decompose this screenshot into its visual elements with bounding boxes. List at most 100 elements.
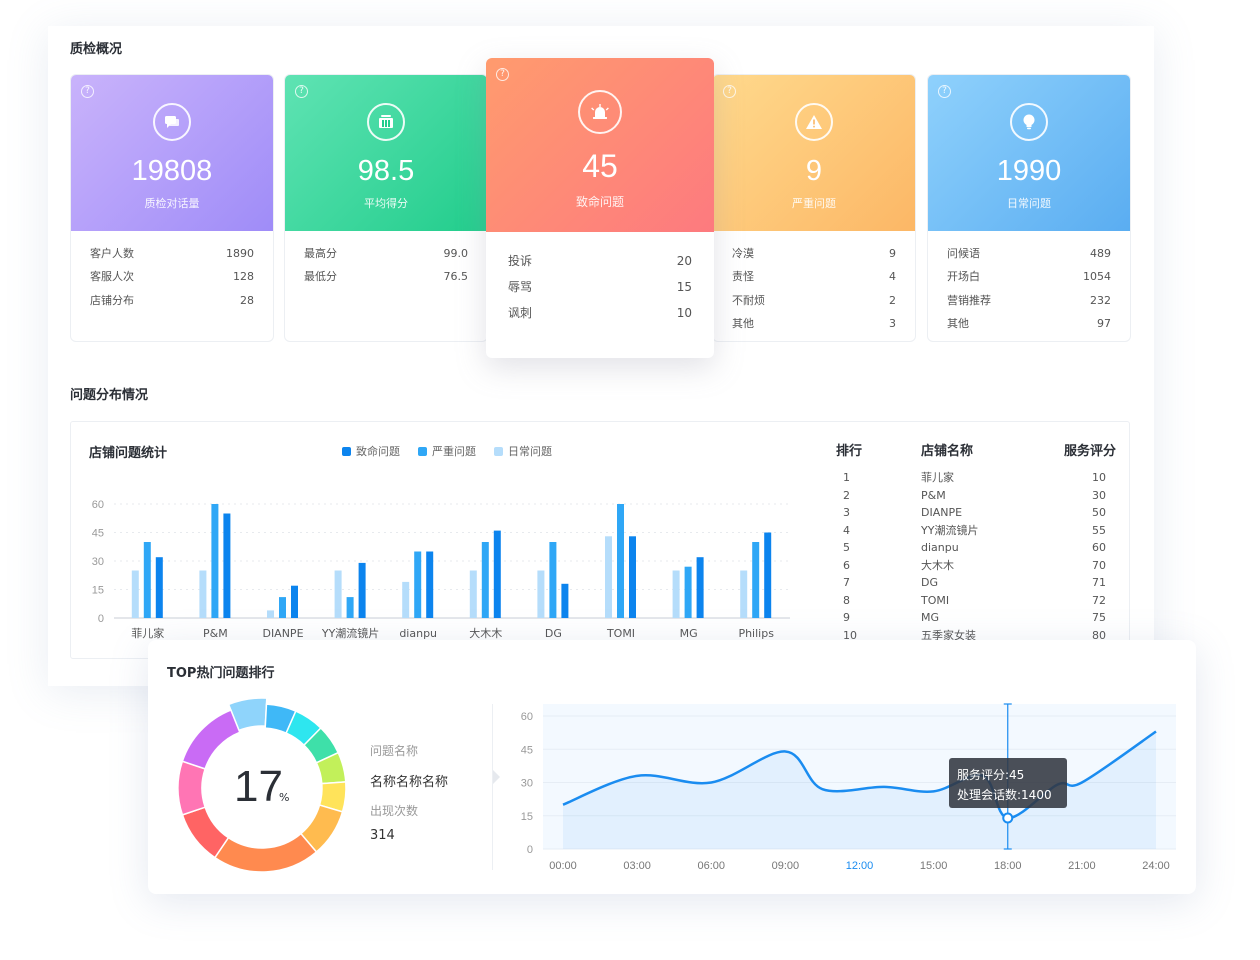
bar[interactable] <box>561 583 569 618</box>
bar[interactable] <box>617 504 624 618</box>
bar[interactable] <box>764 532 772 619</box>
card-average-score[interactable]: ? 98.5 平均得分 最高分 99.0 最低分 76.5 <box>284 74 488 342</box>
y-tick-label: 0 <box>98 613 104 625</box>
service-ranking-table: 排行 店铺名称 服务评分 1 菲儿家 10 2 P&M 30 3 DIANPE 50 4 YY潮流镜… <box>836 440 1116 644</box>
bar[interactable] <box>549 542 557 618</box>
bar[interactable] <box>267 610 274 618</box>
x-tick-label: 大木木 <box>469 626 502 640</box>
x-tick-label: 09:00 <box>772 860 800 872</box>
bar[interactable] <box>414 551 422 619</box>
bar[interactable] <box>334 570 342 619</box>
hover-point[interactable] <box>1002 812 1014 824</box>
bar[interactable] <box>469 570 477 619</box>
bar[interactable] <box>696 557 704 618</box>
bar[interactable] <box>672 570 680 619</box>
y-tick-label: 15 <box>521 811 533 823</box>
card-value: 9 <box>805 155 823 187</box>
x-tick-label: YY潮流镜片 <box>321 626 379 640</box>
detail-value: 232 <box>1090 293 1111 307</box>
bar[interactable] <box>131 570 139 619</box>
card-label: 致命问题 <box>575 195 624 209</box>
card-detail-list: 问候语 489 开场白 1054 营销推荐 232 其他 97 <box>928 231 1130 335</box>
bar[interactable] <box>223 513 231 619</box>
detail-key: 店铺分布 <box>90 293 134 307</box>
help-icon[interactable]: ? <box>81 85 94 98</box>
detail-key: 其他 <box>732 316 754 330</box>
detail-value: 1054 <box>1083 270 1111 284</box>
card-value: 98.5 <box>357 155 415 187</box>
bar[interactable] <box>493 530 501 618</box>
bar[interactable] <box>402 581 410 618</box>
card-label: 质检对话量 <box>144 197 200 210</box>
y-tick-label: 60 <box>92 499 104 511</box>
bar[interactable] <box>426 551 434 619</box>
detail-value: 128 <box>233 270 254 284</box>
bar[interactable] <box>358 562 366 618</box>
card-detail-list: 冷漠 9 责怪 4 不耐烦 2 其他 3 <box>713 231 915 335</box>
detail-key: 其他 <box>947 316 969 330</box>
bar[interactable] <box>481 542 489 618</box>
bar[interactable] <box>155 557 163 618</box>
help-icon[interactable]: ? <box>938 85 951 98</box>
legend-item-severe[interactable]: 严重问题 <box>418 443 476 459</box>
bar[interactable] <box>279 597 286 618</box>
score-cell: 55 <box>1092 523 1106 537</box>
bar[interactable] <box>537 570 545 619</box>
store-name-cell: MG <box>921 611 940 624</box>
help-icon[interactable]: ? <box>496 68 509 81</box>
help-icon[interactable]: ? <box>295 85 308 98</box>
detail-row: 责怪 4 <box>732 265 896 288</box>
bar[interactable] <box>143 542 151 618</box>
issue-name-label: 问题名称 <box>370 744 419 758</box>
bar[interactable] <box>605 536 612 618</box>
detail-row: 讽刺 10 <box>508 300 692 326</box>
detail-value: 2 <box>889 293 896 307</box>
x-tick-label: 00:00 <box>549 860 577 872</box>
card-label: 平均得分 <box>364 197 408 210</box>
x-tick-label: P&M <box>203 627 228 640</box>
card-severe-issues[interactable]: ? 9 严重问题 冷漠 9 责怪 4 不耐烦 2 其他 3 <box>712 74 916 342</box>
detail-key: 客户人数 <box>90 247 134 260</box>
bar[interactable] <box>211 504 219 618</box>
score-cell: 30 <box>1092 488 1106 502</box>
legend-swatch <box>494 446 503 456</box>
divider-arrow <box>493 770 500 784</box>
donut-segment[interactable] <box>177 760 207 816</box>
ranking-header: 排行 店铺名称 服务评分 <box>836 440 1116 460</box>
overview-title: 质检概况 <box>70 42 123 57</box>
bar[interactable] <box>346 597 354 618</box>
card-header: ? 98.5 平均得分 <box>285 75 487 231</box>
detail-value: 489 <box>1090 247 1111 260</box>
card-value: 19808 <box>131 155 213 187</box>
detail-value: 76.5 <box>443 270 469 284</box>
card-conversation-volume[interactable]: ? 19808 质检对话量 客户人数 1890 客服人次 128 店铺分布 28 <box>70 74 274 342</box>
card-header: ? 1990 日常问题 <box>928 75 1130 231</box>
detail-row: 问候语 489 <box>947 242 1111 265</box>
score-cell: 72 <box>1092 593 1106 607</box>
alarm-icon <box>578 90 622 134</box>
bar[interactable] <box>291 585 298 618</box>
card-daily-issues[interactable]: ? 1990 日常问题 问候语 489 开场白 1054 营销推荐 232 其他 97 <box>927 74 1131 342</box>
donut-segment[interactable] <box>181 709 241 770</box>
legend-item-fatal[interactable]: 致命问题 <box>342 443 400 459</box>
legend-item-daily[interactable]: 日常问题 <box>494 443 552 459</box>
detail-value: 28 <box>240 293 254 307</box>
donut-segment[interactable] <box>213 832 318 873</box>
bar[interactable] <box>629 536 636 618</box>
detail-key: 营销推荐 <box>947 293 991 307</box>
detail-key: 问候语 <box>947 247 980 260</box>
legend-swatch <box>418 446 427 456</box>
card-fatal-issues[interactable]: ? 45 致命问题 投诉 20 辱骂 15 讽刺 10 <box>486 58 714 358</box>
legend-swatch <box>342 446 351 456</box>
bar[interactable] <box>752 542 760 618</box>
detail-value: 1890 <box>226 247 254 260</box>
rank-cell: 1 <box>843 471 850 484</box>
detail-key: 投诉 <box>508 254 533 268</box>
bar[interactable] <box>684 566 692 618</box>
bar[interactable] <box>199 570 207 619</box>
detail-row: 投诉 20 <box>508 248 692 274</box>
help-icon[interactable]: ? <box>723 85 736 98</box>
detail-key: 最高分 <box>304 247 337 260</box>
bar[interactable] <box>740 570 748 619</box>
panel-divider <box>492 704 493 870</box>
